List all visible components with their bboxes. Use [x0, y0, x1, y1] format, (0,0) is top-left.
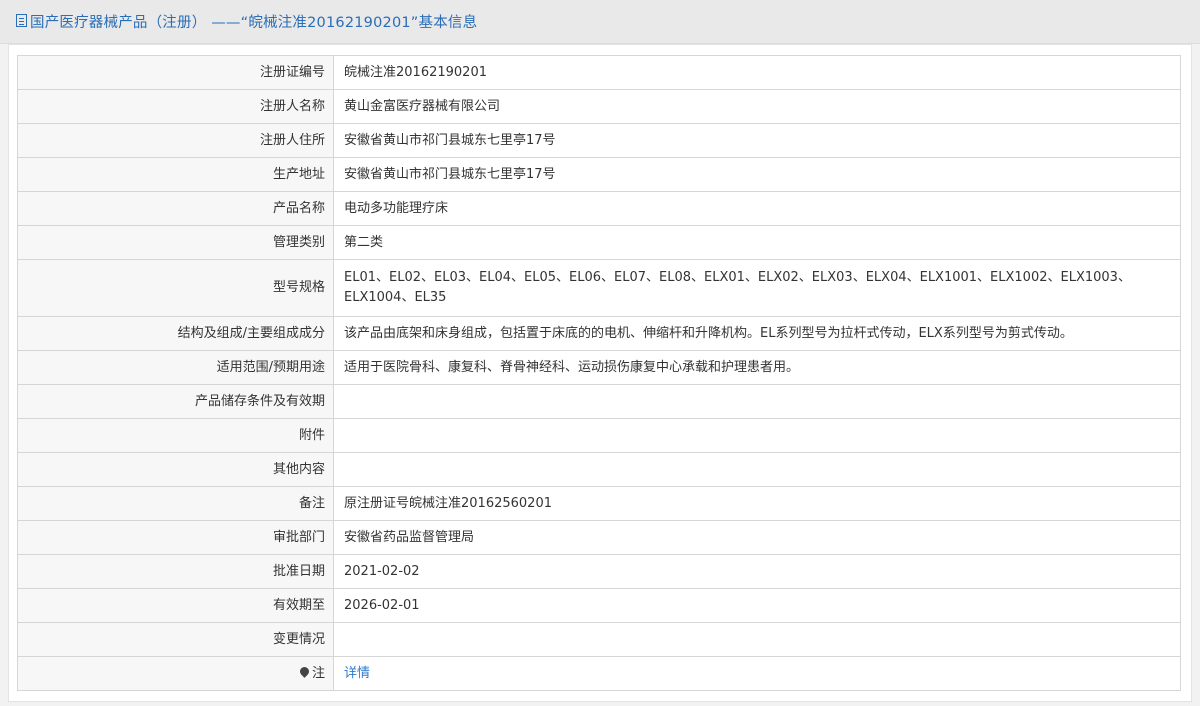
row-value: [333, 418, 1181, 453]
row-value: 安徽省黄山市祁门县城东七里亭17号: [333, 123, 1181, 158]
table-row: 产品名称 电动多功能理疗床: [17, 191, 1181, 226]
row-value: [333, 622, 1181, 657]
panel-header: 国产医疗器械产品（注册） ——“皖械注准20162190201”基本信息: [0, 0, 1200, 44]
row-value: 详情: [333, 656, 1181, 691]
table-row: 型号规格 EL01、EL02、EL03、EL04、EL05、EL06、EL07、…: [17, 259, 1181, 317]
row-label: 适用范围/预期用途: [17, 350, 334, 385]
row-value: EL01、EL02、EL03、EL04、EL05、EL06、EL07、EL08、…: [333, 259, 1181, 317]
row-value: [333, 384, 1181, 419]
row-label: 结构及组成/主要组成成分: [17, 316, 334, 351]
table-row: 管理类别 第二类: [17, 225, 1181, 260]
row-value: 第二类: [333, 225, 1181, 260]
table-row: 有效期至 2026-02-01: [17, 588, 1181, 623]
table-row: 结构及组成/主要组成成分 该产品由底架和床身组成，包括置于床底的的电机、伸缩杆和…: [17, 316, 1181, 351]
row-label: 备注: [17, 486, 334, 521]
table-row: 审批部门 安徽省药品监督管理局: [17, 520, 1181, 555]
row-value: 安徽省药品监督管理局: [333, 520, 1181, 555]
document-icon: [16, 14, 27, 27]
row-label: 变更情况: [17, 622, 334, 657]
table-row: 生产地址 安徽省黄山市祁门县城东七里亭17号: [17, 157, 1181, 192]
row-value: 2026-02-01: [333, 588, 1181, 623]
row-label: 注: [17, 656, 334, 691]
table-row: 产品储存条件及有效期: [17, 384, 1181, 419]
row-label: 审批部门: [17, 520, 334, 555]
table-row: 注册人住所 安徽省黄山市祁门县城东七里亭17号: [17, 123, 1181, 158]
row-value: 2021-02-02: [333, 554, 1181, 589]
row-value: 安徽省黄山市祁门县城东七里亭17号: [333, 157, 1181, 192]
info-panel: 国产医疗器械产品（注册） ——“皖械注准20162190201”基本信息 注册证…: [0, 0, 1200, 706]
row-label: 有效期至: [17, 588, 334, 623]
table-row: 适用范围/预期用途 适用于医院骨科、康复科、脊骨神经科、运动损伤康复中心承载和护…: [17, 350, 1181, 385]
row-label: 注册证编号: [17, 55, 334, 90]
row-label: 其他内容: [17, 452, 334, 487]
details-link[interactable]: 详情: [344, 666, 370, 681]
table-row: 备注 原注册证号皖械注准20162560201: [17, 486, 1181, 521]
row-label: 批准日期: [17, 554, 334, 589]
row-value: 该产品由底架和床身组成，包括置于床底的的电机、伸缩杆和升降机构。EL系列型号为拉…: [333, 316, 1181, 351]
table-row: 注册人名称 黄山金富医疗器械有限公司: [17, 89, 1181, 124]
detail-content: 注册证编号 皖械注准20162190201 注册人名称 黄山金富医疗器械有限公司…: [8, 44, 1192, 702]
row-label: 注册人名称: [17, 89, 334, 124]
row-label: 附件: [17, 418, 334, 453]
row-label: 生产地址: [17, 157, 334, 192]
table-row: 注册证编号 皖械注准20162190201: [17, 55, 1181, 90]
table-row: 注 详情: [17, 656, 1181, 691]
table-row: 其他内容: [17, 452, 1181, 487]
row-label: 管理类别: [17, 225, 334, 260]
row-value: [333, 452, 1181, 487]
row-value: 适用于医院骨科、康复科、脊骨神经科、运动损伤康复中心承载和护理患者用。: [333, 350, 1181, 385]
row-value: 原注册证号皖械注准20162560201: [333, 486, 1181, 521]
row-label: 注册人住所: [17, 123, 334, 158]
row-value: 黄山金富医疗器械有限公司: [333, 89, 1181, 124]
row-label: 产品名称: [17, 191, 334, 226]
table-row: 变更情况: [17, 622, 1181, 657]
note-label: 注: [311, 665, 325, 681]
detail-table: 注册证编号 皖械注准20162190201 注册人名称 黄山金富医疗器械有限公司…: [17, 55, 1181, 691]
row-label: 型号规格: [17, 259, 334, 317]
page-title: 国产医疗器械产品（注册） ——“皖械注准20162190201”基本信息: [30, 15, 478, 31]
row-label: 产品储存条件及有效期: [17, 384, 334, 419]
row-value: 电动多功能理疗床: [333, 191, 1181, 226]
table-row: 批准日期 2021-02-02: [17, 554, 1181, 589]
table-row: 附件: [17, 418, 1181, 453]
pin-icon: [298, 664, 311, 678]
row-value: 皖械注准20162190201: [333, 55, 1181, 90]
